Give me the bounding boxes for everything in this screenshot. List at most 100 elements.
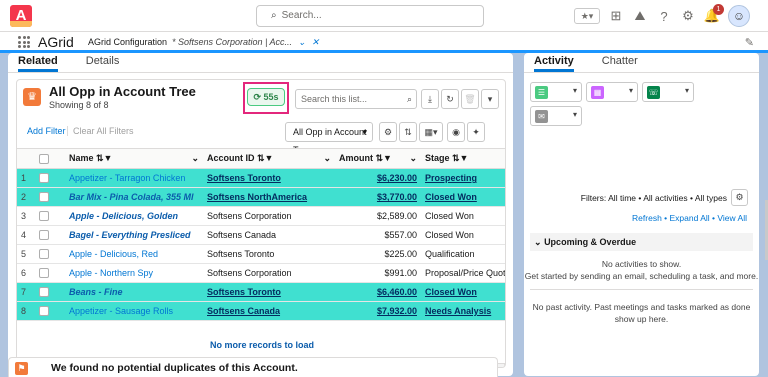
data-table: Name ⇅▼ ⌄ Account ID ⇅▼ ⌄ Amount ⇅▼ ⌄ St… xyxy=(17,148,505,321)
tab-chatter[interactable]: Chatter xyxy=(602,53,638,72)
cell-name[interactable]: Apple - Delicious, Golden xyxy=(65,206,203,226)
cell-stage: Closed Won xyxy=(421,187,505,207)
calendar-icon: ▦ xyxy=(591,86,604,99)
row-checkbox[interactable] xyxy=(39,192,49,203)
cell-account[interactable]: Softsens Toronto xyxy=(203,168,335,188)
search-icon: ⌕ xyxy=(406,94,412,104)
cell-account[interactable]: Softsens Canada xyxy=(203,301,335,321)
chevron-down-icon[interactable]: ⌄ xyxy=(298,37,306,47)
refresh-timer[interactable]: ⟳ 55s xyxy=(247,88,285,106)
row-number: 7 xyxy=(17,282,35,302)
refresh-icon[interactable]: ↻ xyxy=(441,89,459,109)
select-all-checkbox[interactable] xyxy=(39,153,49,164)
row-checkbox[interactable] xyxy=(39,268,49,279)
table-row[interactable]: 1 Appetizer - Tarragon Chicken Softsens To… xyxy=(17,168,505,188)
edit-pencil-icon[interactable]: ✎ xyxy=(745,36,754,49)
app-launcher-icon[interactable] xyxy=(18,36,30,48)
trailhead-icon[interactable]: ⛰ xyxy=(632,8,648,24)
table-row[interactable]: 4 Bagel - Everything Presliced Softsens Ca… xyxy=(17,225,505,245)
help-icon[interactable]: ? xyxy=(656,8,672,24)
settings-icon[interactable]: ⚙ xyxy=(379,122,397,142)
more-actions-button[interactable]: ▾ xyxy=(481,89,499,109)
email-button[interactable]: ✉ ▾ xyxy=(530,106,582,126)
view-all-link[interactable]: View All xyxy=(717,213,747,223)
refresh-link[interactable]: Refresh xyxy=(632,213,662,223)
tab-softsens-account[interactable]: * Softsens Corporation | Acc... ⌄ ✕ xyxy=(172,37,320,48)
cell-name[interactable]: Bar Mix - Pina Colada, 355 Ml xyxy=(65,187,203,207)
duplicates-card: ⚑ We found no potential duplicates of th… xyxy=(8,357,498,377)
row-checkbox[interactable] xyxy=(39,287,49,298)
column-header-name[interactable]: Name ⇅▼ ⌄ xyxy=(65,148,203,169)
row-number: 5 xyxy=(17,244,35,264)
cell-amount: $6,230.00 xyxy=(335,168,421,188)
row-checkbox[interactable] xyxy=(39,306,49,317)
task-icon: ☰ xyxy=(535,86,548,99)
cell-name[interactable]: Appetizer - Tarragon Chicken xyxy=(65,168,203,188)
cell-name[interactable]: Beans - Fine xyxy=(65,282,203,302)
row-checkbox[interactable] xyxy=(39,173,49,184)
column-header-stage[interactable]: Stage ⇅▼ xyxy=(421,148,505,169)
close-icon[interactable]: ✕ xyxy=(312,37,320,47)
cell-name[interactable]: Appetizer - Sausage Rolls xyxy=(65,301,203,321)
log-call-button[interactable]: ☏ ▾ xyxy=(642,82,694,102)
cell-amount: $991.00 xyxy=(335,263,421,283)
palette-icon[interactable]: ◉ xyxy=(447,122,465,142)
row-checkbox[interactable] xyxy=(39,249,49,260)
add-filter-link[interactable]: Add Filter xyxy=(27,126,66,136)
column-header-account[interactable]: Account ID ⇅▼ ⌄ xyxy=(203,148,335,169)
pin-icon[interactable]: ✦ xyxy=(467,122,485,142)
cell-account[interactable]: Softsens Corporation xyxy=(203,206,335,226)
cell-account[interactable]: Softsens Toronto xyxy=(203,282,335,302)
list-search-input[interactable]: Search this list... ⌕ xyxy=(295,89,417,109)
cell-name[interactable]: Apple - Delicious, Red xyxy=(65,244,203,264)
row-checkbox[interactable] xyxy=(39,211,49,222)
table-row[interactable]: 3 Apple - Delicious, Golden Softsens Corpo… xyxy=(17,206,505,226)
sort-icon[interactable]: ⇅ xyxy=(399,122,417,142)
columns-icon[interactable]: ▦▾ xyxy=(419,122,443,142)
clear-filters-link[interactable]: Clear All Filters xyxy=(67,126,134,136)
cell-stage: Qualification xyxy=(421,244,505,264)
table-row[interactable]: 6 Apple - Northern Spy Softsens Corporatio… xyxy=(17,263,505,283)
tab-activity[interactable]: Activity xyxy=(534,53,574,72)
new-event-button[interactable]: ▦ ▾ xyxy=(586,82,638,102)
table-row[interactable]: 7 Beans - Fine Softsens Toronto $6,460.00 Cl… xyxy=(17,282,505,302)
cell-account[interactable]: Softsens Corporation xyxy=(203,263,335,283)
expand-all-link[interactable]: Expand All xyxy=(670,213,710,223)
view-selector[interactable]: All Opp in Account Tree▾ xyxy=(285,122,373,155)
activity-filters: Filters: All time • All activities • All… xyxy=(580,193,727,203)
cell-name[interactable]: Apple - Northern Spy xyxy=(65,263,203,283)
cell-amount: $6,460.00 xyxy=(335,282,421,302)
delete-icon[interactable]: 🗑 xyxy=(461,89,479,109)
row-checkbox[interactable] xyxy=(39,230,49,241)
favorites-icon[interactable]: ★▾ xyxy=(574,8,600,24)
table-row[interactable]: 8 Appetizer - Sausage Rolls Softsens Canad… xyxy=(17,301,505,321)
app-logo[interactable]: A xyxy=(10,5,32,27)
chevron-down-icon: ⌄ xyxy=(534,237,542,247)
tab-related[interactable]: Related xyxy=(18,53,58,72)
table-row[interactable]: 2 Bar Mix - Pina Colada, 355 Ml Softsens N… xyxy=(17,187,505,207)
cell-name[interactable]: Bagel - Everything Presliced xyxy=(65,225,203,245)
cell-stage: Closed Won xyxy=(421,206,505,226)
cell-stage: Closed Won xyxy=(421,225,505,245)
gear-icon[interactable]: ⚙ xyxy=(731,189,748,206)
cell-stage: Closed Won xyxy=(421,282,505,302)
gear-icon[interactable]: ⚙ xyxy=(680,8,696,24)
table-row[interactable]: 5 Apple - Delicious, Red Softsens Toronto $… xyxy=(17,244,505,264)
nav-bar: AGrid AGrid Configuration * Softsens Cor… xyxy=(0,32,768,53)
row-number: 4 xyxy=(17,225,35,245)
new-task-button[interactable]: ☰ ▾ xyxy=(530,82,582,102)
column-header-amount[interactable]: Amount ⇅▼ ⌄ xyxy=(335,148,421,169)
avatar[interactable]: ☺ xyxy=(728,5,750,27)
tab-agrid-configuration[interactable]: AGrid Configuration xyxy=(88,37,167,47)
bell-icon[interactable]: 🔔 1 xyxy=(704,4,724,24)
cell-account[interactable]: Softsens NorthAmerica xyxy=(203,187,335,207)
tab-details[interactable]: Details xyxy=(86,53,120,72)
cell-account[interactable]: Softsens Canada xyxy=(203,225,335,245)
global-search[interactable]: ⌕ Search... xyxy=(256,5,484,27)
cell-account[interactable]: Softsens Toronto xyxy=(203,244,335,264)
add-icon[interactable]: ⊞ xyxy=(608,8,624,24)
upcoming-section[interactable]: ⌄ Upcoming & Overdue xyxy=(530,233,753,251)
cell-amount: $2,589.00 xyxy=(335,206,421,226)
download-icon[interactable]: ⤓ xyxy=(421,89,439,109)
app-name: AGrid xyxy=(38,34,74,50)
